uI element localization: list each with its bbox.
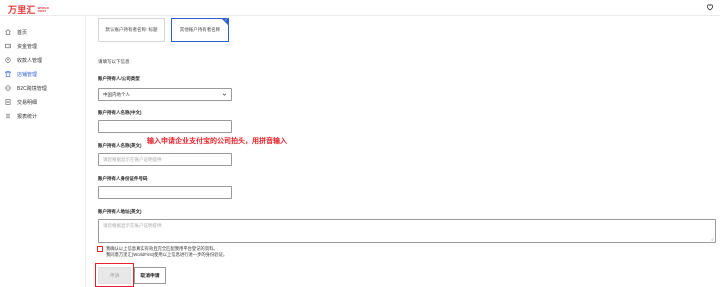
address-placeholder: 请您根据显示在账户证明提供	[103, 223, 162, 228]
agreement-line-2: 我同意万里汇(WorldFirst)使用以上信息进行进一步的身份验证。	[106, 252, 228, 257]
sidebar-item-payees[interactable]: 收款人管理	[0, 54, 86, 66]
sidebar-item-label: 报表统计	[17, 113, 38, 120]
sidebar: 首页 资金管理 收款人管理 店铺管理 B2C跨境管理 交易明细 报表统计	[0, 16, 86, 287]
main-content: 默认账户持有者名称: 标题 其他账户持有者名称 ✓ 请填写以下信息 账户持有人/…	[86, 16, 720, 287]
annotation-note: 输入申请企业支付宝的公司拍头，用拼音输入	[147, 136, 287, 145]
report-icon	[5, 113, 11, 119]
logo-subtext: WORLD FIRST	[37, 5, 49, 13]
chevron-down-icon	[222, 92, 227, 97]
form-hint: 请填写以下信息	[98, 59, 130, 64]
id-number-label: 账户持有人身份证件号码	[98, 176, 148, 181]
sidebar-item-transactions[interactable]: 交易明细	[0, 96, 86, 108]
card-label: 其他账户持有者名称	[179, 27, 221, 32]
name-en-input[interactable]: 请您根据显示在账户证明提供	[98, 153, 232, 166]
list-icon	[5, 99, 11, 105]
holder-type-value: 中国内地个人	[103, 91, 130, 97]
sidebar-item-funds[interactable]: 资金管理	[0, 40, 86, 52]
default-holder-card[interactable]: 默认账户持有者名称: 标题	[98, 18, 165, 42]
payee-icon	[5, 57, 11, 63]
store-icon	[5, 71, 11, 77]
name-cn-input[interactable]	[98, 120, 232, 133]
resize-handle-icon[interactable]	[710, 237, 714, 241]
holder-type-select[interactable]: 中国内地个人	[98, 88, 232, 101]
sidebar-item-label: 交易明细	[17, 99, 38, 106]
id-number-input[interactable]	[98, 186, 232, 199]
agreement-checkbox[interactable]	[97, 246, 103, 252]
sidebar-item-home[interactable]: 首页	[0, 26, 86, 38]
wallet-icon	[5, 43, 11, 49]
sidebar-item-label: 资金管理	[17, 43, 38, 50]
sidebar-item-label: 收款人管理	[17, 57, 43, 64]
address-textarea[interactable]: 请您根据显示在账户证明提供	[98, 219, 716, 243]
submit-highlight: 申请	[95, 263, 134, 287]
sidebar-item-label: 首页	[17, 29, 28, 36]
sidebar-item-label: 店铺管理	[17, 71, 38, 78]
sidebar-item-b2c[interactable]: B2C跨境管理	[0, 82, 86, 94]
name-cn-label: 账户持有人名称(中文)	[98, 110, 142, 115]
home-icon	[5, 29, 11, 35]
logo[interactable]: 万里汇 WORLD FIRST	[8, 3, 52, 16]
card-label: 默认账户持有者名称: 标题	[105, 27, 158, 32]
top-bar: 万里汇 WORLD FIRST	[0, 0, 720, 16]
address-label: 账户持有人地址(英文)	[98, 209, 142, 214]
check-icon: ✓	[224, 17, 228, 22]
submit-button[interactable]: 申请	[98, 267, 131, 284]
sidebar-item-label: B2C跨境管理	[17, 85, 47, 92]
sidebar-item-stores[interactable]: 店铺管理	[0, 68, 86, 80]
name-en-label: 账户持有人名称(英文)	[98, 143, 142, 148]
sidebar-item-reports[interactable]: 报表统计	[0, 110, 86, 122]
holder-type-label: 账户持有人/公司类型	[98, 76, 140, 81]
cancel-button[interactable]: 取消申请	[134, 267, 166, 284]
agreement-text: 我确认以上信息真实有效且完全匹配我用平台登记的资料。 我同意万里汇(WorldF…	[106, 246, 227, 258]
globe-icon	[5, 85, 11, 91]
logo-text: 万里汇	[8, 5, 36, 15]
other-holder-card[interactable]: 其他账户持有者名称 ✓	[171, 18, 229, 42]
heart-icon[interactable]	[706, 3, 714, 11]
